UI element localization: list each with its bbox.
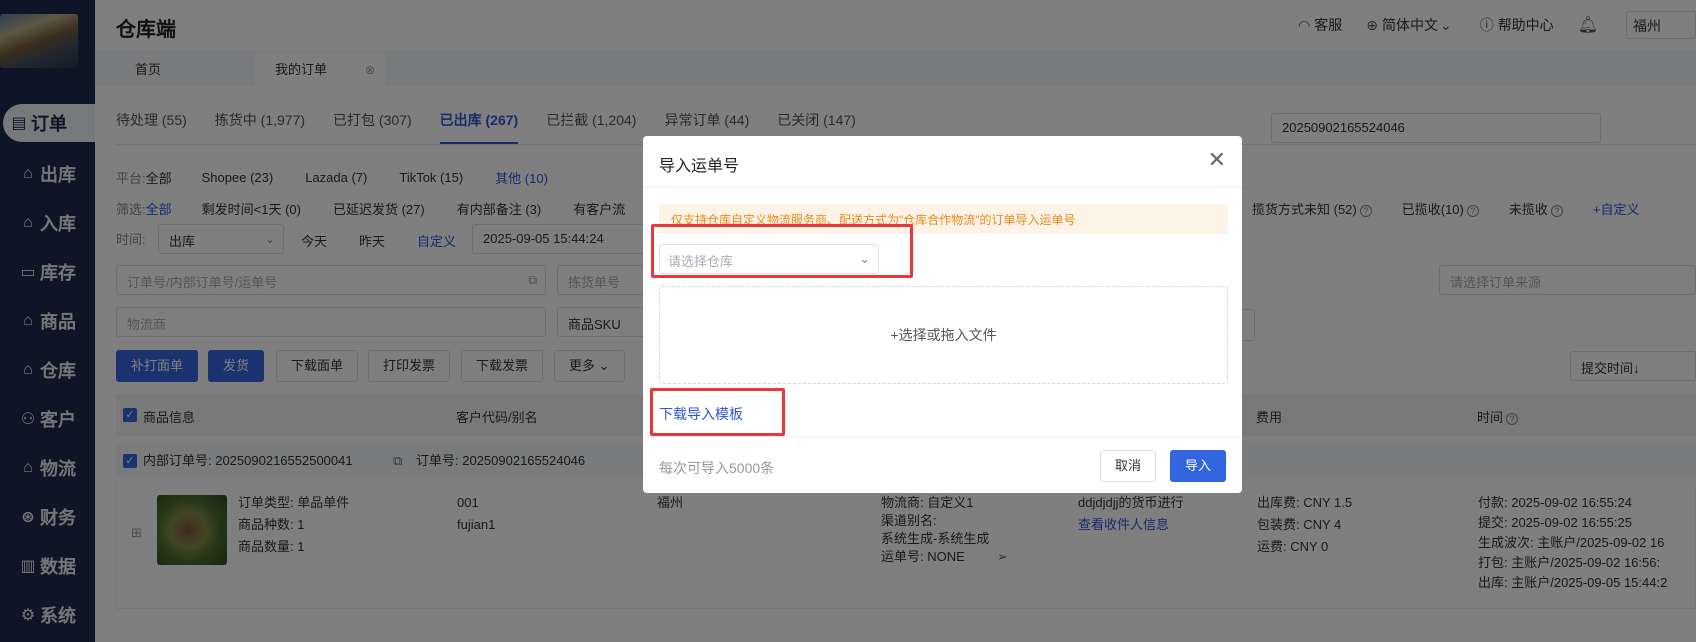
- divider: [643, 436, 1242, 437]
- cancel-button[interactable]: 取消: [1099, 450, 1156, 482]
- divider: [643, 187, 1242, 188]
- import-waybill-dialog: 导入运单号 ✕ 仅支持仓库自定义物流服务商、配送方式为"仓库合作物流"的订单导入…: [643, 136, 1242, 493]
- highlight-warehouse-select: [651, 224, 913, 278]
- import-button[interactable]: 导入: [1169, 450, 1226, 482]
- highlight-download-template: [650, 388, 785, 436]
- dialog-title: 导入运单号: [659, 158, 740, 175]
- file-upload-area[interactable]: +选择或拖入文件: [659, 286, 1228, 384]
- close-icon[interactable]: ✕: [1208, 149, 1226, 171]
- import-limit-text: 每次可导入5000条: [659, 460, 775, 476]
